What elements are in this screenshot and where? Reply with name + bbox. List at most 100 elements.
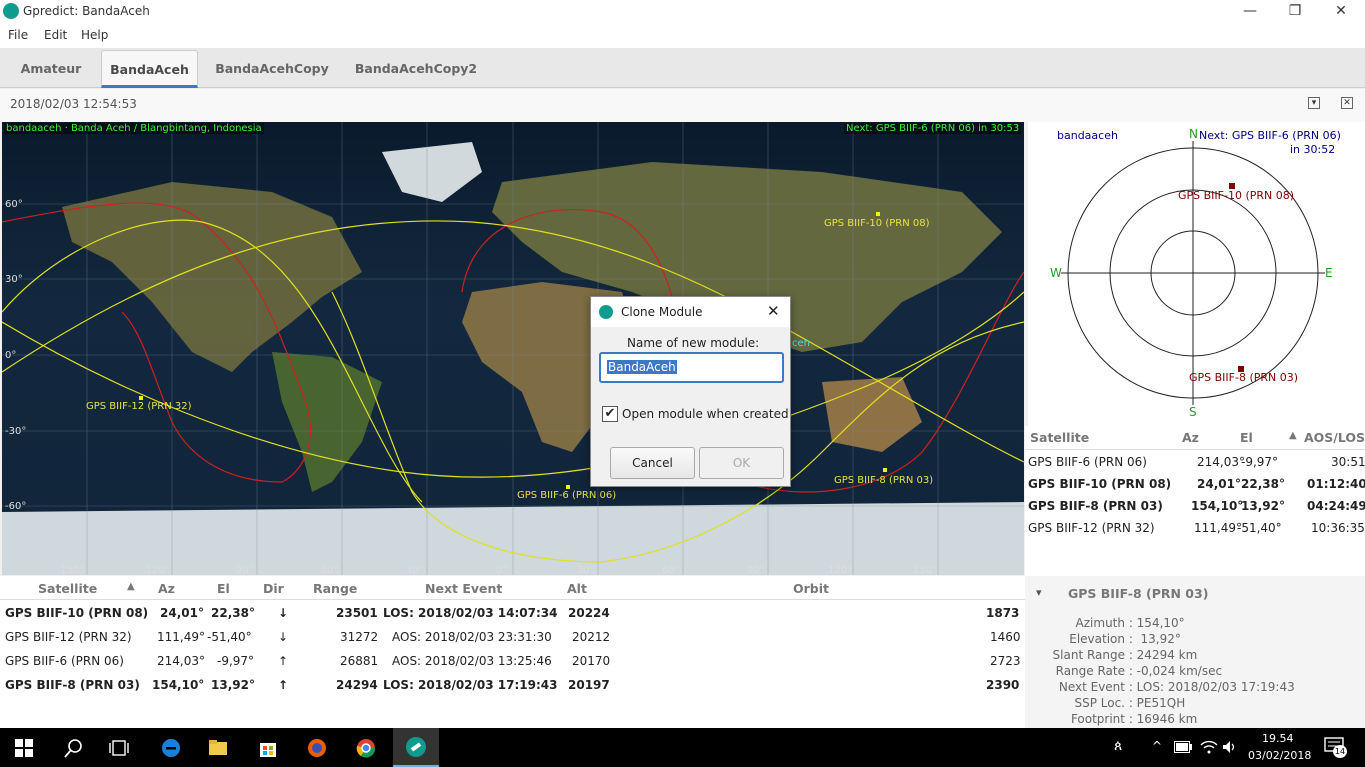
tab-bandaaceh[interactable]: BandaAceh [101,50,198,88]
module-options-icon[interactable]: ▾ [1308,97,1320,109]
wifi-icon[interactable] [1200,739,1218,755]
col-satellite[interactable]: Satellite [1030,430,1089,445]
table-row-aos: 01:12:40 [1307,477,1365,491]
list-row-el: 22,38° [211,606,255,620]
polar-view[interactable]: bandaaceh Next: GPS BIIF-6 (PRN 06) in 3… [1028,122,1365,426]
expand-toggle-icon[interactable]: ▾ [1036,586,1042,599]
module-tabs: Amateur BandaAceh BandaAcehCopy BandaAce… [0,48,1365,88]
list-row-az: 24,01° [160,606,204,620]
open-module-label[interactable]: Open module when created [622,407,789,421]
list-row-az: 214,03° [157,654,205,668]
map-sat-label[interactable]: GPS BIIF-6 (PRN 06) [517,490,616,501]
list-row-range: 23501 [336,606,378,620]
table-row-az: 154,10° [1191,499,1244,513]
col-orbit[interactable]: Orbit [793,581,829,596]
window-title: Gpredict: BandaAceh [23,4,150,18]
col-dir[interactable]: Dir [263,581,284,596]
map-sat-label[interactable]: GPS BIIF-10 (PRN 08) [824,218,930,229]
chevron-up-icon[interactable]: ^ [1152,739,1162,753]
col-alt[interactable]: Alt [567,581,587,596]
sort-arrow-icon: ▲ [127,581,135,592]
tab-amateur[interactable]: Amateur [8,50,94,88]
map-sat-label[interactable]: GPS BIIF-8 (PRN 03) [834,475,933,486]
module-name-label: Name of new module: [627,336,760,350]
list-row-event: LOS: 2018/02/03 14:07:34 [383,606,558,620]
lat-tick: 60° [5,199,23,210]
notification-count: 14 [1333,745,1347,758]
table-row-name[interactable]: GPS BIIF-6 (PRN 06) [1028,455,1147,469]
dialog-title: Clone Module [621,305,703,319]
ok-button[interactable]: OK [699,447,784,479]
info-value: : LOS: 2018/02/03 17:19:43 [1125,680,1295,694]
table-row-name[interactable]: GPS BIIF-10 (PRN 08) [1028,477,1171,491]
menu-file[interactable]: File [8,28,28,42]
people-icon[interactable]: ጰ [1114,738,1122,754]
map-sat-label[interactable]: GPS BIIF-12 (PRN 32) [86,401,192,412]
col-satellite[interactable]: Satellite [38,581,97,596]
volume-icon[interactable] [1222,740,1238,754]
col-az[interactable]: Az [158,581,175,596]
list-row-event: LOS: 2018/02/03 17:19:43 [383,678,558,692]
minimize-button[interactable]: — [1227,0,1273,24]
lon-tick: -60° [317,565,339,575]
chrome-icon[interactable] [355,737,377,759]
world-map[interactable]: bandaaceh · Banda Aceh / Blangbintang, I… [2,122,1024,575]
gpredict-taskbar-item[interactable] [393,728,439,767]
windows-start-icon[interactable] [15,739,33,757]
table-row-name[interactable]: GPS BIIF-12 (PRN 32) [1028,521,1155,535]
module-close-icon[interactable]: ✕ [1341,97,1353,109]
dialog-titlebar: Clone Module ✕ [591,297,790,327]
list-row-name[interactable]: GPS BIIF-10 (PRN 08) [5,606,148,620]
map-station-label: ceh [792,338,810,349]
info-value-text: LOS: 2018/02/03 17:19:43 [1136,680,1295,694]
battery-icon[interactable] [1174,741,1192,753]
list-row-name[interactable]: GPS BIIF-6 (PRN 06) [5,654,124,668]
polar-next-line2: in 30:52 [1290,143,1336,156]
satellite-list-table: Satellite ▲ Az El Dir Range Next Event A… [0,576,1025,728]
restore-button[interactable]: ❐ [1272,0,1318,24]
menu-help[interactable]: Help [81,28,108,42]
polar-south: S [1189,405,1197,419]
satellite-info-panel: ▾ GPS BIIF-8 (PRN 03) Azimuth : 154,10° … [1025,576,1365,728]
search-icon[interactable] [63,737,85,759]
notifications-icon[interactable]: 14 [1324,737,1347,758]
store-icon[interactable] [257,737,279,759]
task-view-icon[interactable] [108,737,130,759]
lat-tick: 30° [5,274,23,285]
clock-date[interactable]: 03/02/2018 [1248,749,1311,762]
col-el[interactable]: El [217,581,230,596]
col-az[interactable]: Az [1182,430,1199,445]
col-aos[interactable]: AOS/LOS [1304,430,1365,445]
list-row-name[interactable]: GPS BIIF-12 (PRN 32) [5,630,132,644]
taskbar: ጰ ^ 19.54 03/02/2018 14 [0,728,1365,767]
col-range[interactable]: Range [313,581,357,596]
list-row-az: 154,10° [152,678,205,692]
dialog-close-icon[interactable]: ✕ [767,302,780,320]
list-row-alt: 20224 [568,606,610,620]
close-button[interactable]: ✕ [1318,0,1364,24]
edge-browser-icon[interactable] [160,737,182,759]
list-row-event: AOS: 2018/02/03 23:31:30 [392,630,552,644]
info-label: Next Event [1058,680,1125,694]
col-el[interactable]: El [1240,430,1253,445]
polar-sat-label[interactable]: GPS BIIF-8 (PRN 03) [1189,371,1298,384]
cancel-button[interactable]: Cancel [610,447,695,479]
map-next-event-label: Next: GPS BIIF-6 (PRN 06) in 30:53 [844,123,1022,134]
firefox-icon[interactable] [306,737,328,759]
list-row-orbit: 1873 [986,606,1020,620]
table-row-name[interactable]: GPS BIIF-8 (PRN 03) [1028,499,1163,513]
file-explorer-icon[interactable] [207,737,229,759]
list-header [0,576,1025,600]
tab-bandaacehcopy[interactable]: BandaAcehCopy [206,50,338,88]
polar-sat-label[interactable]: GPS BIIF-10 (PRN 08) [1178,189,1294,202]
list-row-range: 31272 [340,630,379,644]
table-row-el: 22,38° [1241,477,1285,491]
clock-time[interactable]: 19.54 [1262,732,1294,745]
info-label: Footprint [1070,712,1125,726]
list-row-name[interactable]: GPS BIIF-8 (PRN 03) [5,678,140,692]
open-module-checkbox[interactable]: ✔ [602,406,618,422]
menu-edit[interactable]: Edit [44,28,67,42]
lat-tick: 0° [5,350,17,361]
tab-bandaacehcopy2[interactable]: BandaAcehCopy2 [346,50,486,88]
col-next-event[interactable]: Next Event [425,581,502,596]
